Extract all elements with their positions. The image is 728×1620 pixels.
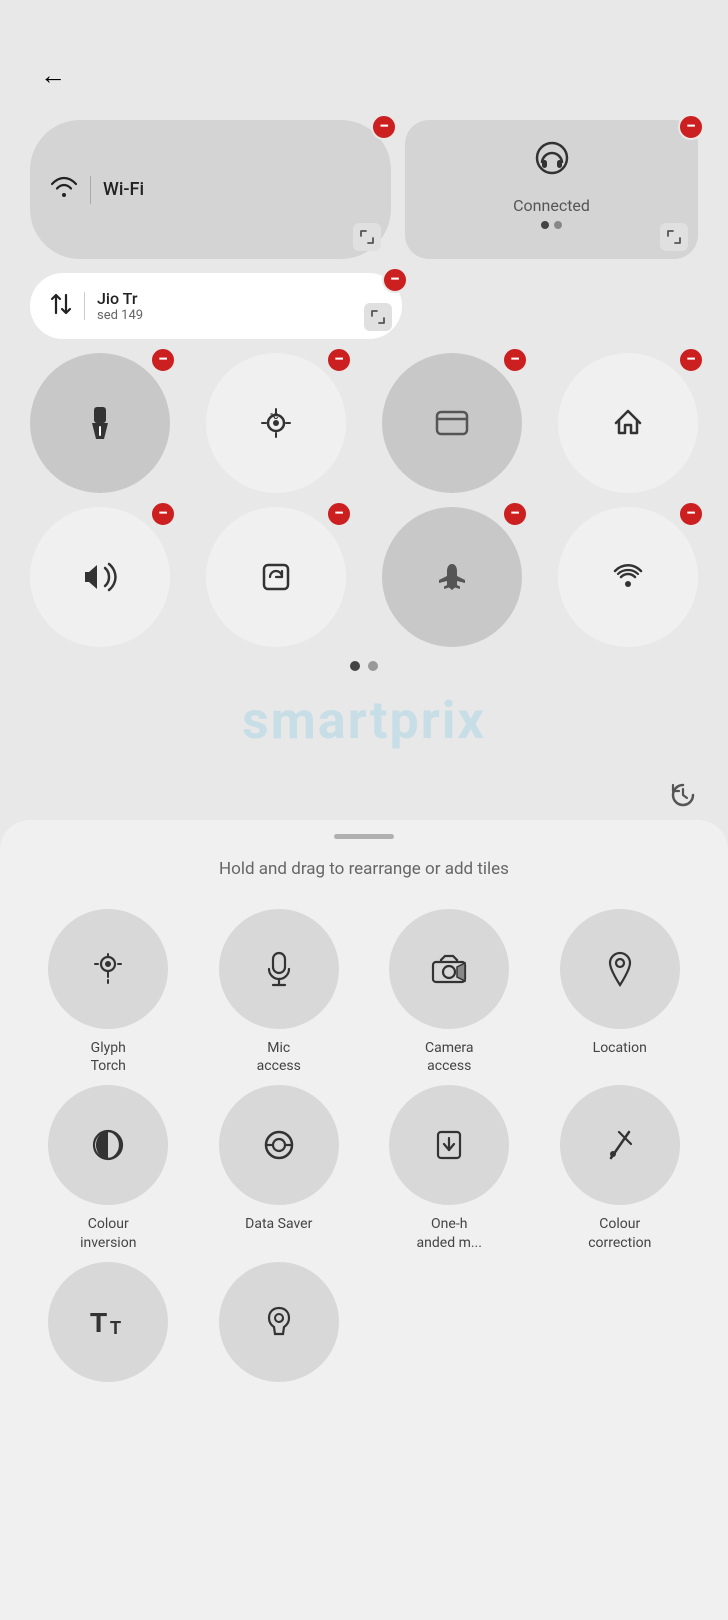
add-tile-mic[interactable]: Micaccess	[201, 909, 358, 1075]
nfc-tile[interactable]: −	[382, 353, 522, 493]
page-dot-1	[350, 661, 360, 671]
wifi-expand-btn[interactable]	[353, 223, 381, 251]
row3-tiles: − − °C −	[30, 353, 698, 493]
data-saver-label: Data Saver	[245, 1215, 312, 1233]
rotate-tile[interactable]: −	[206, 507, 346, 647]
wifi-label: Wi-Fi	[103, 179, 144, 200]
watermark: smartprix	[242, 690, 486, 751]
headset-icon	[534, 140, 570, 184]
remove-ctemp-badge[interactable]: −	[326, 347, 352, 373]
remove-vol-badge[interactable]: −	[150, 501, 176, 527]
remove-hot-badge[interactable]: −	[678, 501, 704, 527]
home-tile[interactable]: −	[558, 353, 698, 493]
data-arrows-icon	[50, 291, 72, 322]
back-button[interactable]: ←	[40, 60, 66, 91]
remove-wifi-badge[interactable]: −	[371, 114, 397, 140]
svg-text:°C: °C	[270, 412, 278, 421]
quick-tiles-area: − Wi-Fi −	[0, 0, 728, 697]
data-name-label: Jio Tr	[97, 289, 143, 308]
page-dot-2	[368, 661, 378, 671]
volume-tile[interactable]: −	[30, 507, 170, 647]
hearing-icon	[219, 1262, 339, 1382]
colour-correction-label: Colourcorrection	[588, 1215, 651, 1251]
remove-flash-badge[interactable]: −	[150, 347, 176, 373]
wifi-icon	[50, 176, 78, 204]
mic-icon	[219, 909, 339, 1029]
headset-expand-btn[interactable]	[660, 223, 688, 251]
font-size-icon: T T	[48, 1262, 168, 1382]
bottom-sheet: Hold and drag to rearrange or add tiles …	[0, 820, 728, 1620]
colour-inversion-icon	[48, 1085, 168, 1205]
remove-nfc-badge[interactable]: −	[502, 347, 528, 373]
colour-inversion-label: Colourinversion	[80, 1215, 136, 1251]
remove-air-badge[interactable]: −	[502, 501, 528, 527]
row2-spacer	[416, 273, 698, 339]
location-label: Location	[593, 1039, 647, 1057]
remove-rot-badge[interactable]: −	[326, 501, 352, 527]
data-expand-btn[interactable]	[364, 303, 392, 331]
add-tiles-grid: GlyphTorch Micaccess	[30, 909, 698, 1392]
sheet-handle	[334, 834, 394, 839]
camera-icon	[389, 909, 509, 1029]
add-tile-data-saver[interactable]: Data Saver	[201, 1085, 358, 1251]
wifi-divider	[90, 176, 91, 204]
colour-correction-icon	[560, 1085, 680, 1205]
data-saver-icon	[219, 1085, 339, 1205]
svg-text:T: T	[110, 1318, 121, 1338]
add-tile-camera[interactable]: Cameraaccess	[371, 909, 528, 1075]
add-tile-location[interactable]: Location	[542, 909, 699, 1075]
remove-headset-badge[interactable]: −	[678, 114, 704, 140]
row4-tiles: − − − −	[30, 507, 698, 647]
row1: − Wi-Fi −	[30, 120, 698, 259]
headset-dots	[541, 221, 562, 229]
flashlight-tile[interactable]: −	[30, 353, 170, 493]
glyph-torch-label: GlyphTorch	[91, 1039, 126, 1075]
add-tile-colour-correction[interactable]: Colourcorrection	[542, 1085, 699, 1251]
location-icon	[560, 909, 680, 1029]
mic-label: Micaccess	[257, 1039, 301, 1075]
svg-text:T: T	[90, 1307, 107, 1338]
one-handed-label: One-handed m...	[417, 1215, 482, 1251]
page-indicators	[30, 661, 698, 671]
headset-label: Connected	[513, 196, 590, 215]
remove-home-badge[interactable]: −	[678, 347, 704, 373]
add-tile-glyph-torch[interactable]: GlyphTorch	[30, 909, 187, 1075]
data-text: Jio Tr sed 149	[97, 289, 143, 323]
hotspot-tile[interactable]: −	[558, 507, 698, 647]
wifi-tile[interactable]: − Wi-Fi	[30, 120, 391, 259]
glyph-torch-icon	[48, 909, 168, 1029]
add-tile-font-size[interactable]: T T	[30, 1262, 187, 1392]
add-tile-hearing[interactable]	[201, 1262, 358, 1392]
data-tile[interactable]: − Jio Tr sed 149	[30, 273, 402, 339]
add-tile-one-handed[interactable]: One-handed m...	[371, 1085, 528, 1251]
history-icon[interactable]	[668, 780, 698, 817]
headset-tile[interactable]: − Connected	[405, 120, 698, 259]
data-usage-label: sed 149	[97, 308, 143, 323]
airplane-tile[interactable]: −	[382, 507, 522, 647]
row2: − Jio Tr sed 149	[30, 273, 698, 339]
data-divider	[84, 292, 85, 320]
camera-label: Cameraaccess	[425, 1039, 474, 1075]
one-handed-icon	[389, 1085, 509, 1205]
color-temp-tile[interactable]: − °C	[206, 353, 346, 493]
sheet-hint: Hold and drag to rearrange or add tiles	[30, 859, 698, 879]
add-tile-colour-inversion[interactable]: Colourinversion	[30, 1085, 187, 1251]
remove-data-badge[interactable]: −	[382, 267, 408, 293]
